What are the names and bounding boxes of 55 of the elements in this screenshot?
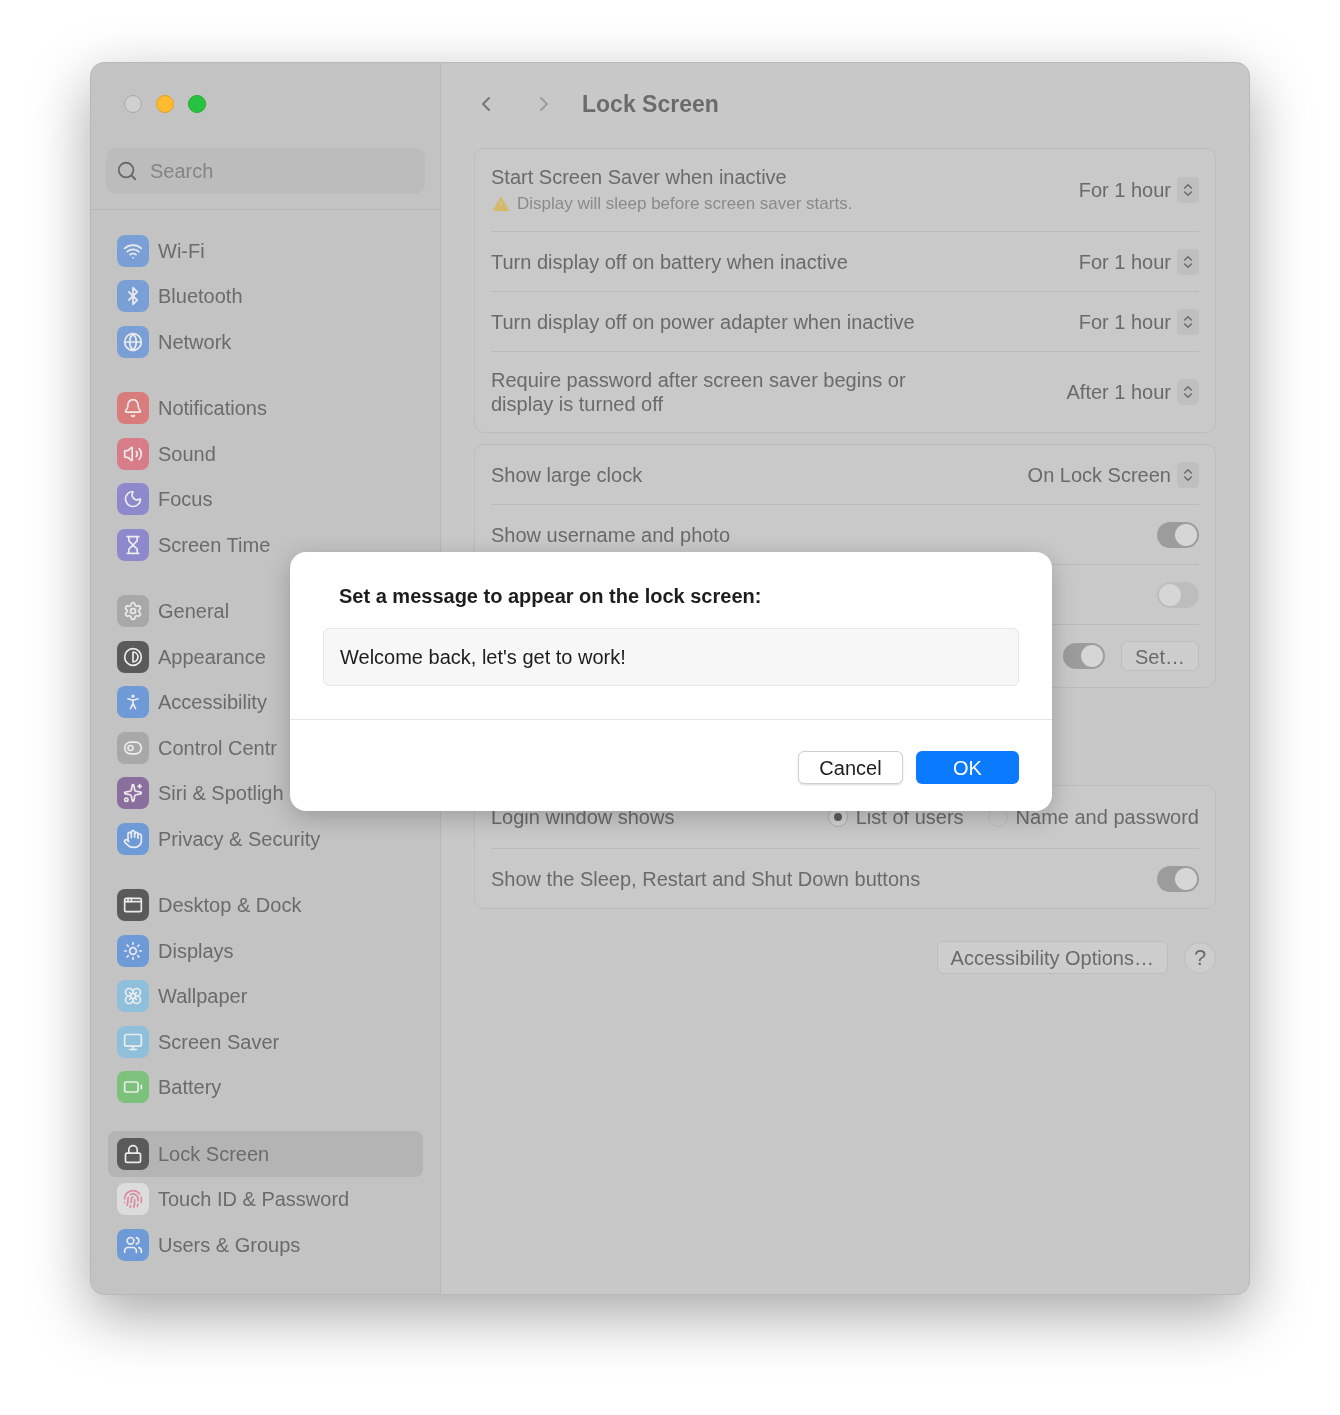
sidebar-item[interactable]: Privacy & Security [108, 816, 423, 862]
dialog-title: Set a message to appear on the lock screen: [338, 584, 763, 609]
chevrons-icon [1177, 461, 1199, 488]
sidebar-item[interactable]: Desktop & Dock [108, 882, 423, 928]
sidebar-item[interactable]: Focus [108, 476, 423, 522]
window-control[interactable] [156, 94, 174, 113]
setting-label: Login window shows [491, 805, 675, 829]
setting-label: Require password after screen saver begins or display is turned off [491, 368, 907, 416]
warning-note: Display will sleep before screen saver starts. [517, 193, 853, 215]
setting-label: Show the Sleep, Restart and Shut Down buttons [491, 866, 921, 891]
sidebar-item[interactable]: Wi-Fi [108, 228, 423, 274]
toggle-switch[interactable] [1062, 643, 1105, 669]
window-control[interactable] [188, 94, 206, 113]
popup-button[interactable]: On Lock Screen [1027, 461, 1199, 488]
set-button[interactable]: Set… [1120, 641, 1199, 671]
setting-label: Turn display off on battery when inactive [491, 249, 848, 274]
chevrons-icon [1177, 308, 1199, 335]
setting-label: Turn display off on power adapter when inactive [491, 309, 915, 334]
radio-label: Name and password [1015, 805, 1199, 830]
chevrons-icon [1177, 379, 1199, 405]
sidebar-item[interactable]: Notifications [108, 385, 423, 431]
sidebar-item[interactable]: Displays [108, 928, 423, 974]
window-control[interactable] [124, 94, 142, 113]
sidebar-item[interactable]: Bluetooth [108, 273, 423, 319]
toggle-switch[interactable] [1157, 521, 1199, 548]
sidebar-item[interactable]: Wallpaper [108, 973, 423, 1019]
popup-button[interactable]: For 1 hour [1078, 248, 1199, 275]
help-button[interactable]: ? [1184, 941, 1216, 974]
warning-icon [491, 194, 511, 214]
sidebar-item[interactable]: Lock Screen [108, 1131, 423, 1177]
popup-button[interactable]: For 1 hour [1078, 177, 1199, 203]
sidebar-item[interactable]: Network [108, 319, 423, 365]
popup-button[interactable]: After 1 hour [1066, 379, 1199, 405]
setting-label: Show large clock [491, 462, 643, 487]
page-title: Lock Screen [582, 89, 719, 119]
sidebar-item[interactable]: Touch ID & Password [108, 1176, 423, 1222]
accessibility-options-button[interactable]: Accessibility Options… [936, 941, 1168, 974]
setting-label: Show username and photo [491, 522, 731, 547]
popup-button[interactable]: For 1 hour [1078, 308, 1199, 335]
sidebar-item[interactable]: Battery [108, 1064, 423, 1110]
sidebar-item[interactable]: Siri & Spotligh [108, 770, 423, 816]
message-field[interactable]: Welcome back, let's get to work! [323, 628, 1019, 686]
chevrons-icon [1177, 248, 1199, 275]
toggle-switch[interactable] [1157, 865, 1199, 892]
cancel-button[interactable]: Cancel [798, 751, 903, 784]
toggle-switch[interactable] [1157, 581, 1199, 608]
chevrons-icon [1177, 177, 1199, 203]
sidebar-item[interactable]: Screen Time [108, 522, 423, 568]
sidebar-item[interactable]: Users & Groups [108, 1222, 423, 1268]
sidebar-item[interactable]: Sound [108, 431, 423, 477]
setting-label: Start Screen Saver when inactive [491, 165, 788, 189]
sidebar-item[interactable]: Screen Saver [108, 1019, 423, 1065]
sidebar-item[interactable]: Control Centr [108, 725, 423, 771]
search-icon [116, 160, 138, 182]
ok-button[interactable]: OK [916, 751, 1019, 784]
